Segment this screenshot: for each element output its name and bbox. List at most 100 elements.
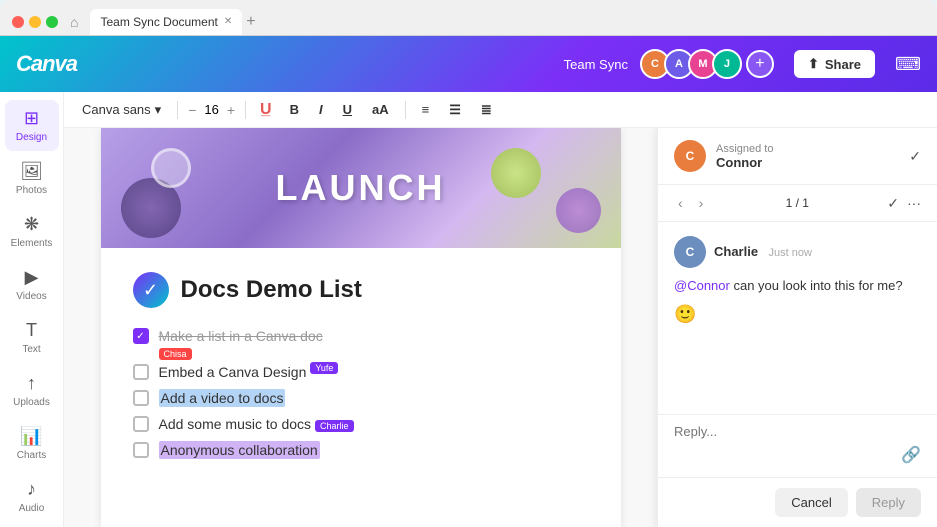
blob-decoration-3 [556,188,601,233]
reply-area: 🔗 [658,414,937,477]
home-icon[interactable]: ⌂ [70,14,78,30]
cancel-button[interactable]: Cancel [775,488,847,517]
list-item: Add a video to docs [133,390,589,406]
assigned-section: C Assigned to Connor ✓ [658,128,937,185]
app: Canva Team Sync C A M J + ⬆ Share ⌨ ⊞ De… [0,36,937,527]
doc-title-row: ✓ Docs Demo List [133,272,589,308]
assigned-avatar: C [674,140,706,172]
blob-decoration-2 [491,148,541,198]
item-text-5: Anonymous collaboration [159,442,320,458]
assign-check-icon[interactable]: ✓ [909,148,921,165]
circle-decoration [151,148,191,188]
emoji-reaction-button[interactable]: 🙂 [674,304,696,325]
font-size-display: 16 [204,102,218,117]
reply-tools: 🔗 [674,445,921,465]
uploads-icon: ↑ [27,373,36,394]
sidebar-label-text: Text [22,344,40,355]
item-text-2: Chisa Embed a Canva DesignYufe [159,364,339,380]
comment-body-text: can you look into this for me? [733,278,902,293]
sidebar-item-photos[interactable]: 🖼 Photos [5,153,59,204]
resolve-icon[interactable]: ✓ [887,195,899,212]
sidebar-item-elements[interactable]: ❋ Elements [5,206,59,257]
banner-text: LAUNCH [276,167,446,209]
minimize-button[interactable] [29,16,41,28]
item-text-1: Make a list in a Canva doc [159,328,323,344]
topbar: Canva Team Sync C A M J + ⬆ Share ⌨ [0,36,937,92]
font-name: Canva sans [82,102,151,117]
sidebar-item-charts[interactable]: 📊 Charts [5,418,59,469]
checkbox-4[interactable] [133,416,149,432]
sidebar-item-text[interactable]: T Text [5,312,59,363]
font-increase-button[interactable]: + [227,102,235,118]
browser-chrome: ⌂ Team Sync Document ✕ + [0,0,937,36]
commenter-name: Charlie [714,244,758,259]
sidebar-item-videos[interactable]: ▶ Videos [5,259,59,310]
document-banner: LAUNCH [101,128,621,248]
checklist: ✓ Make a list in a Canva doc Chisa Embed… [133,328,589,458]
font-selector[interactable]: Canva sans ▾ [76,98,167,122]
comment-actions: Cancel Reply [658,477,937,527]
align-left-button[interactable]: ≡ [416,98,436,121]
elements-icon: ❋ [24,214,39,235]
checkbox-2[interactable] [133,364,149,380]
add-member-button[interactable]: + [746,50,774,78]
link-icon[interactable]: 🔗 [901,445,921,465]
share-icon: ⬆ [808,56,819,72]
list-item: Anonymous collaboration [133,442,589,458]
videos-icon: ▶ [25,267,39,288]
case-button[interactable]: aA [366,98,395,121]
font-dropdown-icon: ▾ [155,102,162,118]
divider-3 [405,101,406,119]
commenter-info: C Charlie Just now [674,236,921,268]
text-icon: T [26,320,37,341]
toolbar: Canva sans ▾ − 16 + U̲ B I U aA ≡ ☰ ≣ [64,92,937,128]
mention-tag[interactable]: @Connor [674,278,730,293]
active-tab[interactable]: Team Sync Document ✕ [90,9,242,35]
sidebar-item-design[interactable]: ⊞ Design [5,100,59,151]
reply-button[interactable]: Reply [856,488,921,517]
maximize-button[interactable] [46,16,58,28]
editor-area[interactable]: LAUNCH ✓ Docs Demo List ✓ [64,128,657,527]
tab-close-icon[interactable]: ✕ [224,16,232,27]
italic-button[interactable]: I [313,98,329,121]
underline-color-icon: U̲ [256,99,276,121]
close-button[interactable] [12,16,24,28]
sidebar-item-audio[interactable]: ♪ Audio [5,471,59,522]
photos-icon: 🖼 [20,161,43,182]
audio-icon: ♪ [27,479,36,500]
sidebar-item-uploads[interactable]: ↑ Uploads [5,365,59,416]
list-item: Add some music to docsCharlie [133,416,589,432]
item-text-3: Add a video to docs [159,390,286,406]
tag-chisa: Chisa [159,348,192,360]
doc-title-icon: ✓ [133,272,169,308]
comment-nav: ‹ › 1 / 1 ✓ ··· [658,185,937,222]
assigned-to-label: Assigned to [716,143,899,155]
charts-icon: 📊 [20,426,42,447]
underline-button[interactable]: U [337,98,358,121]
checkbox-5[interactable] [133,442,149,458]
new-tab-button[interactable]: + [246,13,255,31]
next-comment-button[interactable]: › [695,193,708,213]
editor-wrapper: Canva sans ▾ − 16 + U̲ B I U aA ≡ ☰ ≣ [64,92,937,527]
sidebar-label-photos: Photos [16,185,47,196]
checkbox-3[interactable] [133,390,149,406]
share-button[interactable]: ⬆ Share [794,50,875,78]
prev-comment-button[interactable]: ‹ [674,193,687,213]
more-options-icon[interactable]: ··· [907,195,921,211]
main-area: ⊞ Design 🖼 Photos ❋ Elements ▶ Videos T … [0,92,937,527]
team-avatars: C A M J + [640,49,774,79]
comment-page: 1 / 1 [715,196,879,210]
doc-title: Docs Demo List [181,276,362,304]
comment-body: C Charlie Just now @Connor can you look … [658,222,937,414]
align-center-button[interactable]: ☰ [443,98,467,122]
sidebar-label-videos: Videos [16,291,46,302]
sidebar-label-charts: Charts [17,450,46,461]
align-right-button[interactable]: ≣ [475,98,498,122]
reply-input[interactable] [674,424,921,439]
options-icon[interactable]: ⌨ [895,54,921,75]
share-label: Share [825,57,861,72]
tag-charlie: Charlie [315,420,354,432]
bold-button[interactable]: B [284,98,305,121]
font-decrease-button[interactable]: − [188,102,196,118]
checkbox-1[interactable]: ✓ [133,328,149,344]
